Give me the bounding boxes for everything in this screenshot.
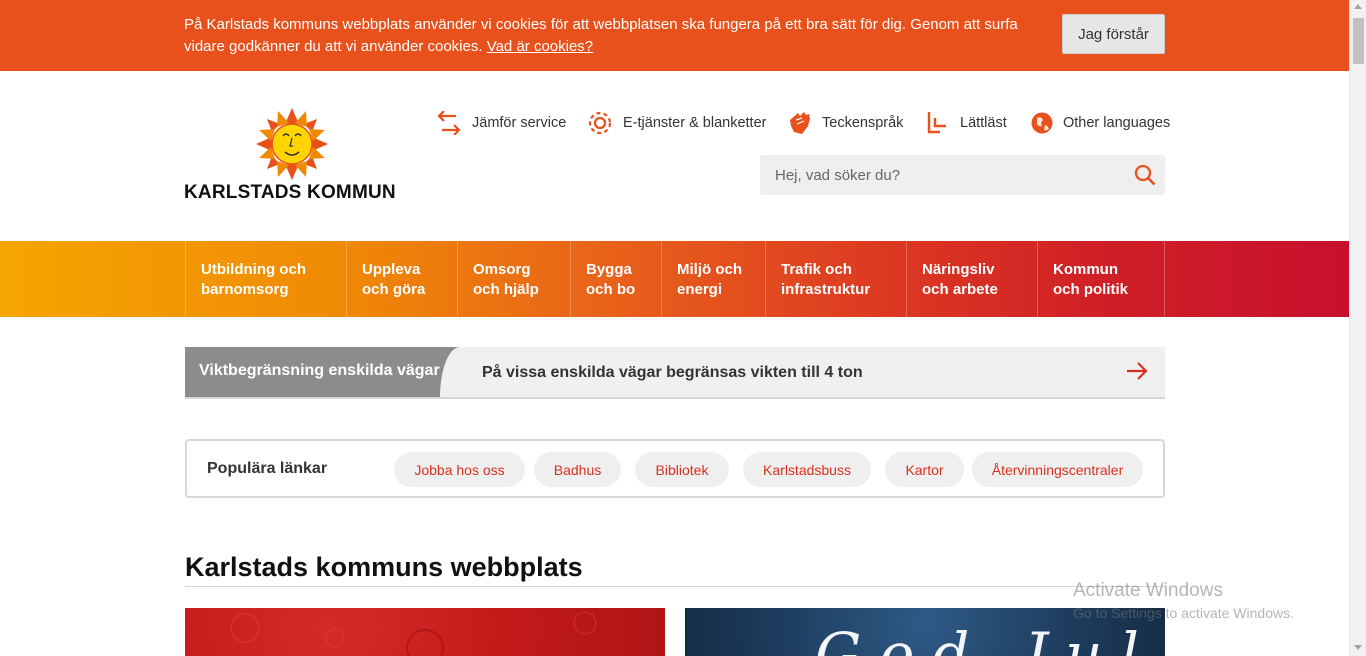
popular-link-bus[interactable]: Karlstadsbuss	[743, 452, 871, 487]
toplink-label: Teckenspråk	[822, 115, 904, 131]
nav-item-experience[interactable]: Uppleva och göra	[346, 241, 457, 317]
easy-read-icon	[927, 112, 946, 134]
nav-label-line1: Näringsliv	[922, 261, 995, 278]
popular-links-title: Populära länkar	[207, 460, 328, 477]
nav-item-education[interactable]: Utbildning och barnomsorg	[185, 241, 346, 317]
compare-arrows-icon	[437, 111, 461, 135]
nav-item-environment[interactable]: Miljö och energi	[661, 241, 765, 317]
nav-label-line1: Miljö och	[677, 261, 742, 278]
cookie-info-link[interactable]: Vad är cookies?	[487, 38, 593, 55]
activate-windows-watermark: Activate Windows Go to Settings to activ…	[1073, 580, 1294, 623]
scroll-down-arrow-icon[interactable]	[1354, 645, 1362, 650]
popular-links: Populära länkar Jobba hos oss Badhus Bib…	[185, 439, 1165, 498]
nav-item-politics[interactable]: Kommun och politik	[1037, 241, 1165, 317]
nav-label-line2: och politik	[1053, 281, 1128, 298]
globe-icon	[1031, 112, 1053, 134]
search-icon[interactable]	[1134, 164, 1156, 186]
nav-label-line1: Omsorg	[473, 261, 531, 278]
site-logo[interactable]: KARLSTADS KOMMUN	[184, 108, 400, 203]
search-box	[760, 155, 1165, 195]
nav-item-traffic[interactable]: Trafik och infrastruktur	[765, 241, 906, 317]
utility-links: Jämför service E-tjänster & blanketter T…	[436, 108, 1170, 138]
cookie-message-text: På Karlstads kommuns webbplats använder …	[184, 16, 1018, 55]
toplink-label: Lättläst	[960, 115, 1007, 131]
nav-label-line2: barnomsorg	[201, 281, 289, 298]
nav-label-line1: Trafik och	[781, 261, 852, 278]
popular-link-library[interactable]: Bibliotek	[635, 452, 729, 487]
search-input[interactable]	[760, 155, 1120, 195]
cookie-message: På Karlstads kommuns webbplats använder …	[184, 14, 1044, 58]
popular-link-baths[interactable]: Badhus	[534, 452, 621, 487]
nav-label-line2: infrastruktur	[781, 281, 871, 298]
logo-wordmark: KARLSTADS KOMMUN	[184, 182, 396, 203]
news-text: På vissa enskilda vägar begränsas vikten…	[482, 364, 863, 381]
popular-link-maps[interactable]: Kartor	[885, 452, 964, 487]
nav-label-line2: och arbete	[922, 281, 998, 298]
nav-item-business[interactable]: Näringsliv och arbete	[906, 241, 1037, 317]
watermark-subtitle: Go to Settings to activate Windows.	[1073, 605, 1294, 621]
arrow-right-icon	[1127, 362, 1148, 380]
news-banner[interactable]: Viktbegränsning enskilda vägar På vissa …	[185, 347, 1165, 399]
nav-item-care[interactable]: Omsorg och hjälp	[457, 241, 570, 317]
popular-link-jobs[interactable]: Jobba hos oss	[394, 452, 525, 487]
scroll-up-arrow-icon[interactable]	[1354, 4, 1362, 9]
snowflake-pattern-icon	[230, 611, 597, 656]
toplink-e-services[interactable]: E-tjänster & blanketter	[587, 108, 766, 138]
toplink-sign-language[interactable]: Teckenspråk	[788, 108, 903, 138]
toplink-label: Jämför service	[472, 115, 567, 131]
popular-link-recycling[interactable]: Återvinningscentraler	[972, 452, 1143, 487]
nav-label-line2: och göra	[362, 281, 426, 298]
page-title: Karlstads kommuns webbplats	[185, 552, 583, 582]
cookie-accept-button[interactable]: Jag förstår	[1062, 14, 1165, 54]
news-label: Viktbegränsning enskilda vägar	[185, 347, 460, 397]
feature-card-red[interactable]	[185, 608, 665, 656]
nav-label-line1: Kommun	[1053, 261, 1118, 278]
nav-label-line1: Uppleva	[362, 261, 421, 278]
nav-label-line2: och bo	[586, 281, 636, 298]
scroll-thumb[interactable]	[1353, 18, 1364, 64]
nav-label-line1: Bygga	[586, 261, 632, 278]
nav-label-line1: Utbildning och	[201, 261, 306, 278]
toplink-label: E-tjänster & blanketter	[623, 115, 767, 131]
toplink-label: Other languages	[1063, 115, 1171, 131]
main-navigation: Utbildning och barnomsorg Uppleva och göra…	[0, 241, 1349, 317]
watermark-title: Activate Windows	[1073, 580, 1223, 601]
toplink-easy-read[interactable]: Lättläst	[926, 108, 1007, 138]
cookie-banner: På Karlstads kommuns webbplats använder …	[0, 0, 1349, 71]
page-scrollbar[interactable]	[1349, 0, 1366, 656]
sun-logo-icon	[256, 108, 328, 180]
nav-label-line2: och hjälp	[473, 281, 539, 298]
gear-icon	[588, 111, 612, 135]
toplink-compare-service[interactable]: Jämför service	[436, 108, 566, 138]
sign-language-hand-icon	[790, 112, 810, 134]
card-greeting-text: God Jul	[815, 620, 1157, 656]
nav-label-line2: energi	[677, 281, 723, 298]
toplink-other-languages[interactable]: Other languages	[1031, 108, 1170, 138]
section-heading: Karlstads kommuns webbplats	[185, 551, 1165, 587]
nav-item-building[interactable]: Bygga och bo	[570, 241, 661, 317]
